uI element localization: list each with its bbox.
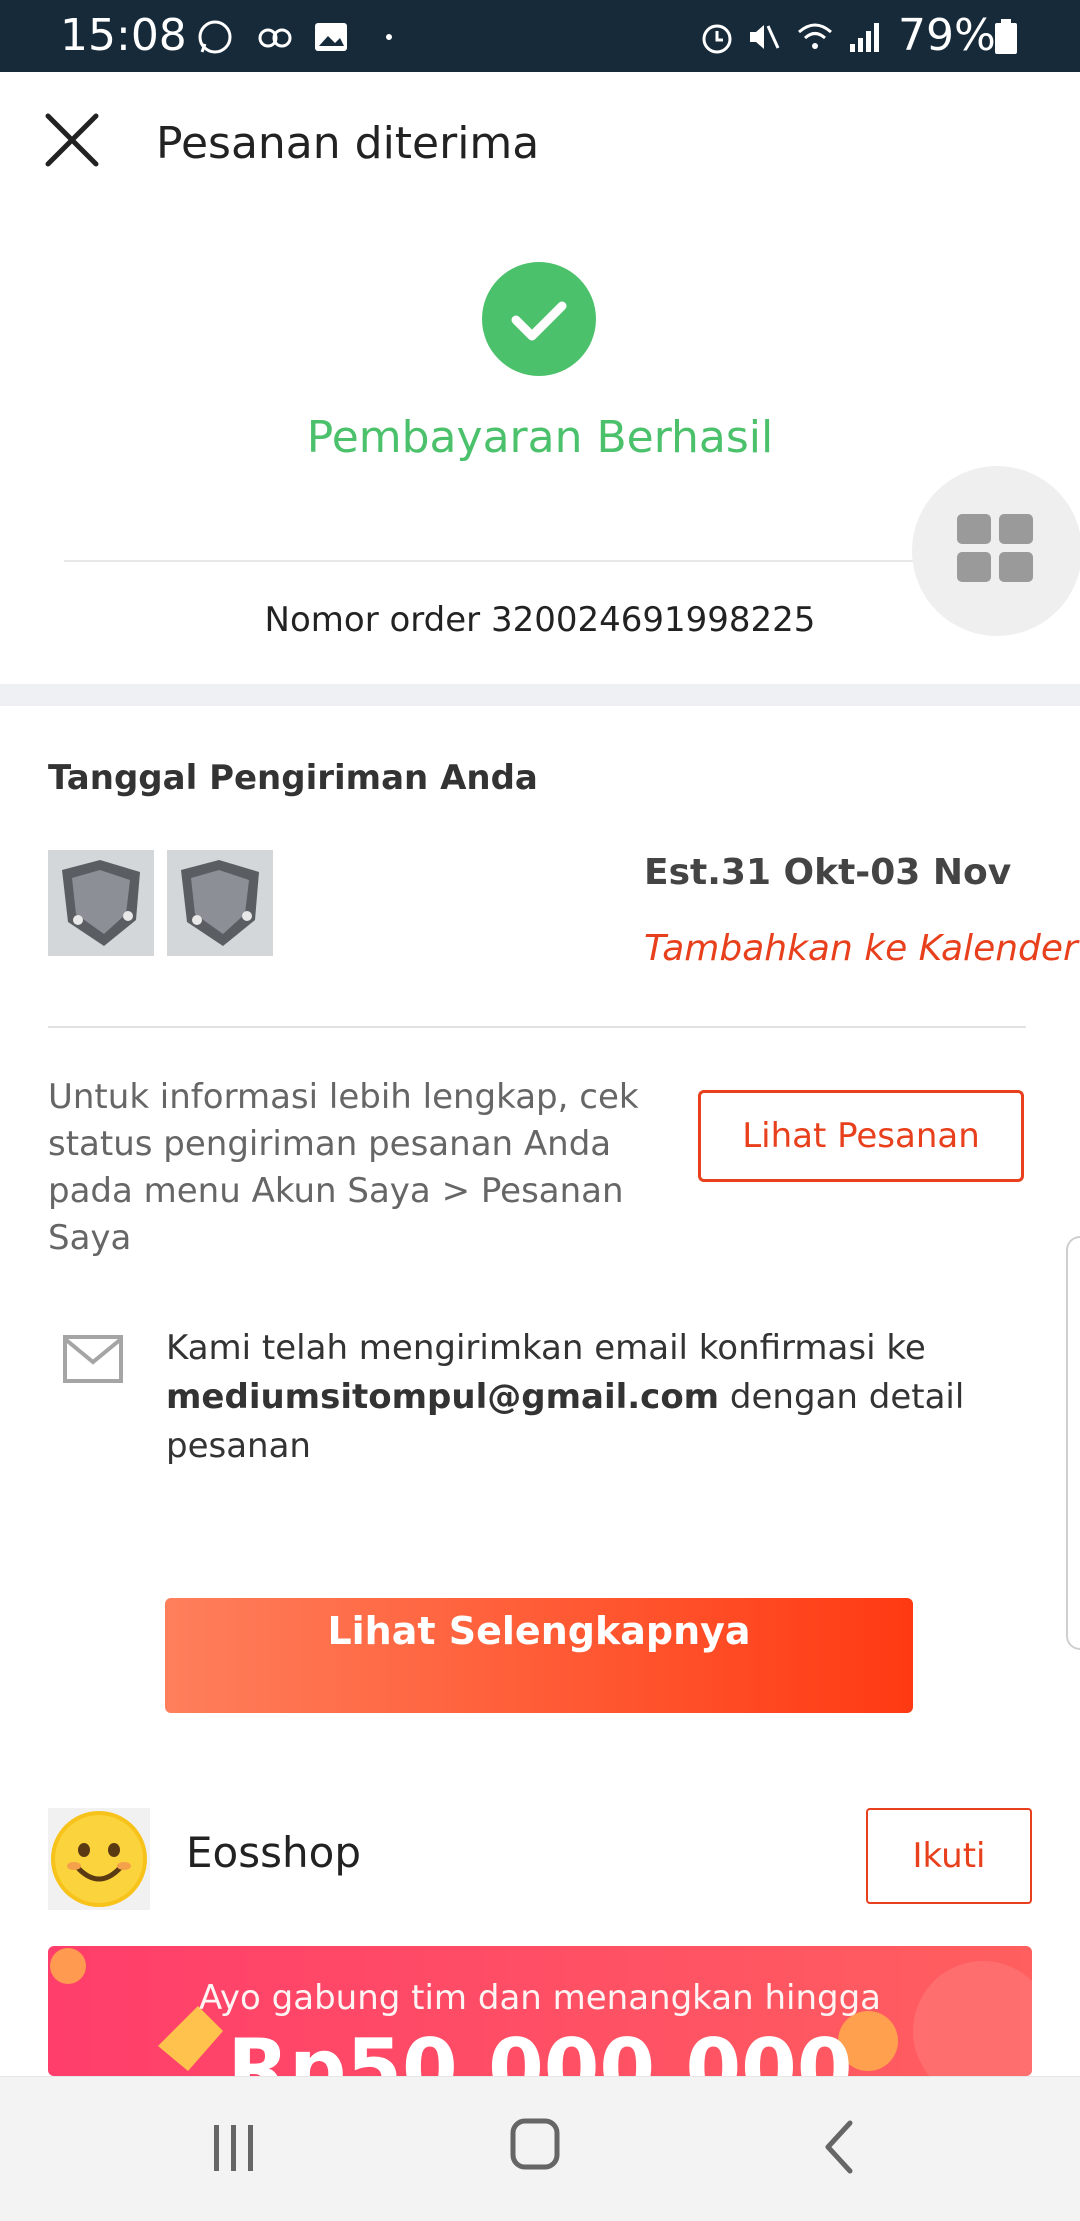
whatsapp-icon: [198, 20, 232, 54]
email-confirmation-text: Kami telah mengirimkan email konfirmasi …: [166, 1324, 986, 1471]
status-time: 15:08: [60, 10, 187, 61]
floating-menu-button[interactable]: [912, 466, 1080, 636]
banner-amount: Rp50.000.000: [227, 2022, 853, 2076]
promo-banner[interactable]: Ayo gabung tim dan menangkan hingga Rp50…: [48, 1946, 1032, 2076]
recent-apps-icon[interactable]: [210, 2121, 258, 2175]
divider: [48, 1026, 1026, 1028]
page-title: Pesanan diterima: [156, 118, 540, 169]
order-info-text: Untuk informasi lebih lengkap, cek statu…: [48, 1077, 639, 1258]
header: Pesanan diterima: [0, 72, 1080, 222]
success-check-icon: [482, 262, 596, 376]
wifi-icon: [798, 23, 832, 49]
image-icon: [315, 23, 347, 51]
back-icon[interactable]: [820, 2117, 860, 2177]
shop-name[interactable]: Eosshop: [186, 1828, 361, 1877]
banner-text: Ayo gabung tim dan menangkan hingga: [198, 1978, 882, 2018]
see-more-button[interactable]: Lihat Selengkapnya: [165, 1598, 913, 1713]
home-icon[interactable]: [510, 2117, 560, 2171]
alarm-icon: [702, 24, 732, 54]
follow-button[interactable]: Ikuti: [866, 1808, 1032, 1904]
delivery-title: Tanggal Pengiriman Anda: [48, 758, 538, 798]
view-order-button[interactable]: Lihat Pesanan: [698, 1090, 1024, 1182]
grid-icon: [957, 514, 1033, 582]
battery-percent: 79%: [898, 10, 996, 61]
close-icon[interactable]: [44, 112, 100, 168]
edge-panel-handle[interactable]: [1066, 1236, 1080, 1650]
section-separator: [0, 684, 1080, 706]
email-address: mediumsitompul@gmail.com: [166, 1377, 720, 1417]
add-to-calendar-link[interactable]: Tambahkan ke Kalender: [644, 928, 1078, 969]
system-nav-bar: [0, 2076, 1080, 2221]
shop-avatar[interactable]: [48, 1808, 150, 1910]
email-prefix: Kami telah mengirimkan email konfirmasi …: [166, 1328, 926, 1368]
dot-icon: [386, 34, 392, 40]
delivery-estimate: Est.31 Okt-03 Nov: [644, 852, 1012, 893]
battery-icon: [995, 19, 1017, 54]
mail-icon: [63, 1335, 123, 1383]
status-bar: 15:08 79%: [0, 0, 1080, 72]
divider: [64, 560, 1016, 562]
product-thumbnail[interactable]: [48, 850, 154, 956]
tripadvisor-icon: [258, 28, 292, 48]
payment-success-message: Pembayaran Berhasil: [306, 412, 774, 463]
product-thumbnail[interactable]: [167, 850, 273, 956]
mute-icon: [750, 25, 780, 49]
signal-icon: [850, 23, 879, 52]
